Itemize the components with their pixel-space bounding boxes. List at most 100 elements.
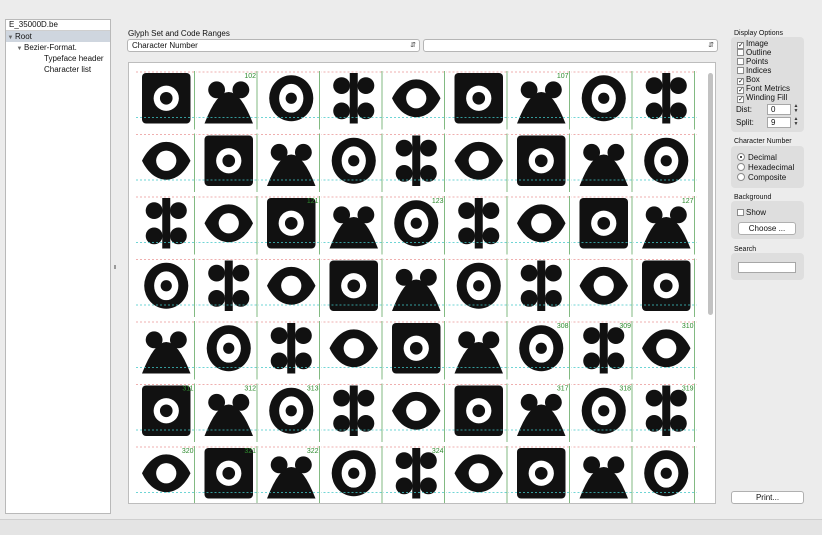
glyph-cell[interactable] xyxy=(573,71,635,130)
dist-stepper-icon[interactable]: ▲ ▼ xyxy=(793,104,799,115)
glyph-cell[interactable]: 311 xyxy=(136,383,197,443)
option-font-metrics[interactable]: ✓ Font Metrics xyxy=(737,84,790,94)
glyph-cell[interactable]: 321 xyxy=(198,446,260,503)
glyph-cell[interactable] xyxy=(511,258,572,318)
option-points[interactable]: Points xyxy=(737,57,768,66)
glyph-cell[interactable]: 318 xyxy=(573,383,635,443)
radio-icon[interactable] xyxy=(737,163,745,171)
checkbox-icon[interactable] xyxy=(737,49,744,56)
option-outline[interactable]: Outline xyxy=(737,48,771,57)
glyph-canvas[interactable]: 102 107 121 123 127 308 309 310 311 312 313 317 318 3… xyxy=(128,62,716,504)
glyph-cell[interactable] xyxy=(448,383,510,443)
glyph-cell[interactable] xyxy=(261,133,322,193)
glyph-cell[interactable]: 317 xyxy=(511,383,572,443)
glyph-cell[interactable] xyxy=(323,196,385,255)
glyph-cell[interactable] xyxy=(261,321,322,380)
glyph-cell[interactable]: 310 xyxy=(636,321,697,380)
checkbox-icon[interactable] xyxy=(737,209,744,216)
glyph-cell[interactable] xyxy=(386,133,447,193)
glyph-cell[interactable] xyxy=(448,258,510,318)
glyph-cell[interactable] xyxy=(448,71,510,130)
glyph-cell[interactable] xyxy=(323,321,385,380)
glyph-cell[interactable]: 319 xyxy=(636,383,697,443)
checkbox-icon[interactable] xyxy=(737,58,744,65)
glyph-cell[interactable] xyxy=(386,321,447,380)
glyph-cell[interactable] xyxy=(136,258,197,318)
dist-field[interactable]: 0 xyxy=(767,104,791,115)
glyph-cell[interactable] xyxy=(198,133,260,193)
split-field[interactable]: 9 xyxy=(767,117,791,128)
search-input[interactable] xyxy=(738,262,796,273)
glyph-cell[interactable] xyxy=(636,446,697,503)
glyph-cell[interactable] xyxy=(323,71,385,130)
option-image[interactable]: ✓ Image xyxy=(737,39,768,49)
glyph-cell[interactable]: 320 xyxy=(136,446,197,503)
glyph-cell[interactable]: 322 xyxy=(261,446,322,503)
glyph-cell[interactable] xyxy=(636,258,697,318)
radio-hexadecimal[interactable]: Hexadecimal xyxy=(737,163,794,172)
disclosure-open-icon[interactable]: ▼ xyxy=(15,44,24,55)
tree-panel[interactable]: E_35000D.be ▼ Root ▼ Bezier-Format. Typefa… xyxy=(5,19,111,514)
glyph-cell[interactable] xyxy=(511,133,572,193)
split-stepper-icon[interactable]: ▲ ▼ xyxy=(793,117,799,128)
glyph-cell[interactable] xyxy=(136,321,197,380)
glyph-cell[interactable]: 121 xyxy=(261,196,322,255)
glyph-cell[interactable] xyxy=(573,258,635,318)
glyph-cell[interactable] xyxy=(323,258,385,318)
print-button[interactable]: Print... xyxy=(731,491,804,504)
glyph-cell[interactable] xyxy=(448,196,510,255)
checkbox-checked-icon[interactable]: ✓ xyxy=(737,96,744,103)
glyph-cell[interactable] xyxy=(573,446,635,503)
glyph-cell[interactable]: 312 xyxy=(198,383,260,443)
glyph-cell[interactable] xyxy=(261,258,322,318)
glyph-cell[interactable]: 123 xyxy=(386,196,447,255)
glyph-cell[interactable] xyxy=(136,133,197,193)
tree-item-root[interactable]: ▼ Root xyxy=(6,31,110,42)
glyph-cell[interactable] xyxy=(573,133,635,193)
option-indices[interactable]: Indices xyxy=(737,66,771,75)
glyph-cell[interactable] xyxy=(448,321,510,380)
glyph-cell[interactable] xyxy=(198,258,260,318)
glyph-cell[interactable] xyxy=(636,133,697,193)
glyph-cell[interactable]: 309 xyxy=(573,321,635,380)
glyph-cell[interactable]: 308 xyxy=(511,321,572,380)
glyph-cell[interactable] xyxy=(198,196,260,255)
glyph-cell[interactable] xyxy=(511,196,572,255)
glyph-cell[interactable]: 313 xyxy=(261,383,322,443)
glyph-cell[interactable] xyxy=(323,446,385,503)
glyph-cell[interactable]: 102 xyxy=(198,71,260,130)
glyph-set-select[interactable]: Character Number ⇵ xyxy=(127,39,420,52)
checkbox-icon[interactable] xyxy=(737,67,744,74)
glyph-cell[interactable] xyxy=(573,196,635,255)
glyph-cell[interactable]: 324 xyxy=(386,446,447,503)
glyph-cell[interactable] xyxy=(323,133,385,193)
glyph-cell[interactable] xyxy=(323,383,385,443)
glyph-cell[interactable] xyxy=(448,133,510,193)
option-winding-fill[interactable]: ✓ Winding Fill xyxy=(737,93,787,103)
glyph-cell[interactable] xyxy=(198,321,260,380)
glyph-cell[interactable]: 127 xyxy=(636,196,697,255)
splitter-handle[interactable] xyxy=(114,265,116,269)
glyph-cell[interactable] xyxy=(136,71,197,130)
radio-decimal[interactable]: Decimal xyxy=(737,153,777,162)
choose-background-button[interactable]: Choose ... xyxy=(738,222,796,235)
glyph-cell[interactable] xyxy=(448,446,510,503)
glyph-grid[interactable]: 102 107 121 123 127 308 309 310 311 312 313 317 318 3… xyxy=(129,63,715,503)
disclosure-open-icon[interactable]: ▼ xyxy=(6,33,15,44)
radio-icon[interactable] xyxy=(737,173,745,181)
radio-selected-icon[interactable] xyxy=(737,153,745,161)
glyph-cell[interactable] xyxy=(636,71,697,130)
scrollbar-thumb[interactable] xyxy=(708,73,713,315)
glyph-cell[interactable] xyxy=(386,71,447,130)
glyph-cell[interactable] xyxy=(136,196,197,255)
tree-item-bezier-format[interactable]: ▼ Bezier-Format. xyxy=(6,42,110,53)
code-range-select[interactable]: ⇵ xyxy=(423,39,718,52)
glyph-cell[interactable]: 107 xyxy=(511,71,572,130)
glyph-cell[interactable] xyxy=(511,446,572,503)
glyph-cell[interactable] xyxy=(386,258,447,318)
option-box[interactable]: ✓ Box xyxy=(737,75,760,85)
background-show[interactable]: Show xyxy=(737,208,766,217)
tree-item-character-list[interactable]: Character list xyxy=(6,64,110,75)
glyph-cell[interactable] xyxy=(261,71,322,130)
glyph-cell[interactable] xyxy=(386,383,447,443)
